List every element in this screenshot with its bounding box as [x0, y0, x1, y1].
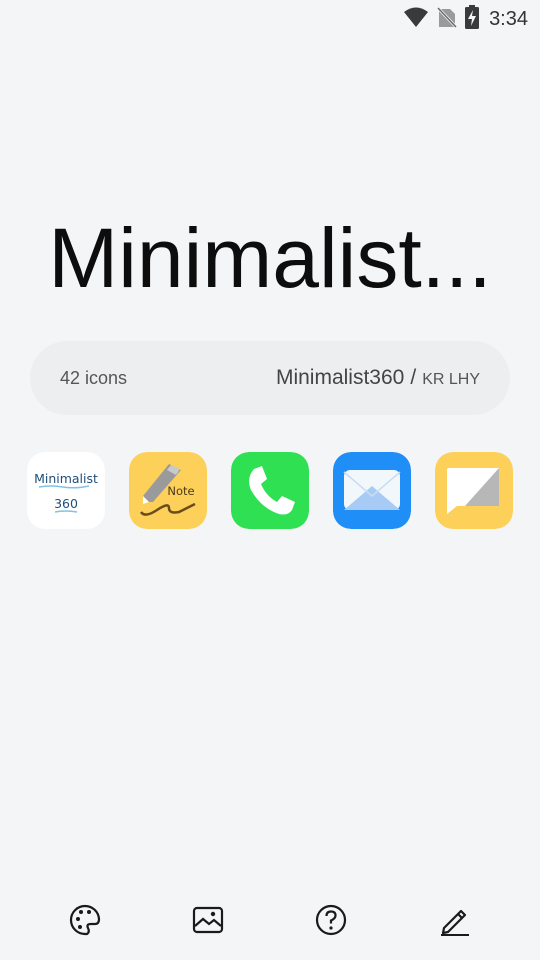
minimalist360-line1: Minimalist: [34, 471, 98, 486]
palette-icon[interactable]: [65, 900, 105, 940]
pack-name: Minimalist360: [275, 366, 405, 389]
icon-pack-title: Minimalist...: [48, 211, 492, 305]
no-sim-icon: [436, 6, 458, 33]
status-time: 3:34: [489, 8, 528, 30]
credit-separator: /: [410, 366, 417, 389]
minimalist360-app-icon[interactable]: Minimalist 360: [27, 452, 105, 529]
icon-pack-screen: 3:34 Minimalist... 42 icons Minimalist36…: [0, 0, 540, 960]
wifi-icon: [403, 6, 429, 33]
note-app-icon[interactable]: Note: [129, 452, 207, 529]
status-bar: 3:34: [0, 0, 540, 36]
help-icon[interactable]: [311, 900, 351, 940]
phone-app-icon[interactable]: [231, 452, 309, 529]
status-icons: 3:34: [403, 5, 528, 34]
pack-author: KR LHY: [422, 371, 480, 388]
pack-credit: Minimalist360 / KR LHY: [276, 366, 480, 390]
battery-charging-icon: [465, 5, 480, 34]
icon-count: 42 icons: [60, 367, 128, 388]
preview-icon-row: Minimalist 360 Note: [27, 452, 513, 530]
wallpaper-icon[interactable]: [188, 900, 228, 940]
minimalist360-line2: 360: [54, 496, 78, 511]
mail-app-icon[interactable]: [333, 452, 411, 529]
note-label: Note: [167, 484, 194, 498]
edit-icon[interactable]: [435, 900, 475, 940]
bottom-toolbar: [0, 890, 540, 960]
pack-info-pill: 42 icons Minimalist360 / KR LHY: [30, 341, 510, 415]
messages-app-icon[interactable]: [435, 452, 513, 529]
